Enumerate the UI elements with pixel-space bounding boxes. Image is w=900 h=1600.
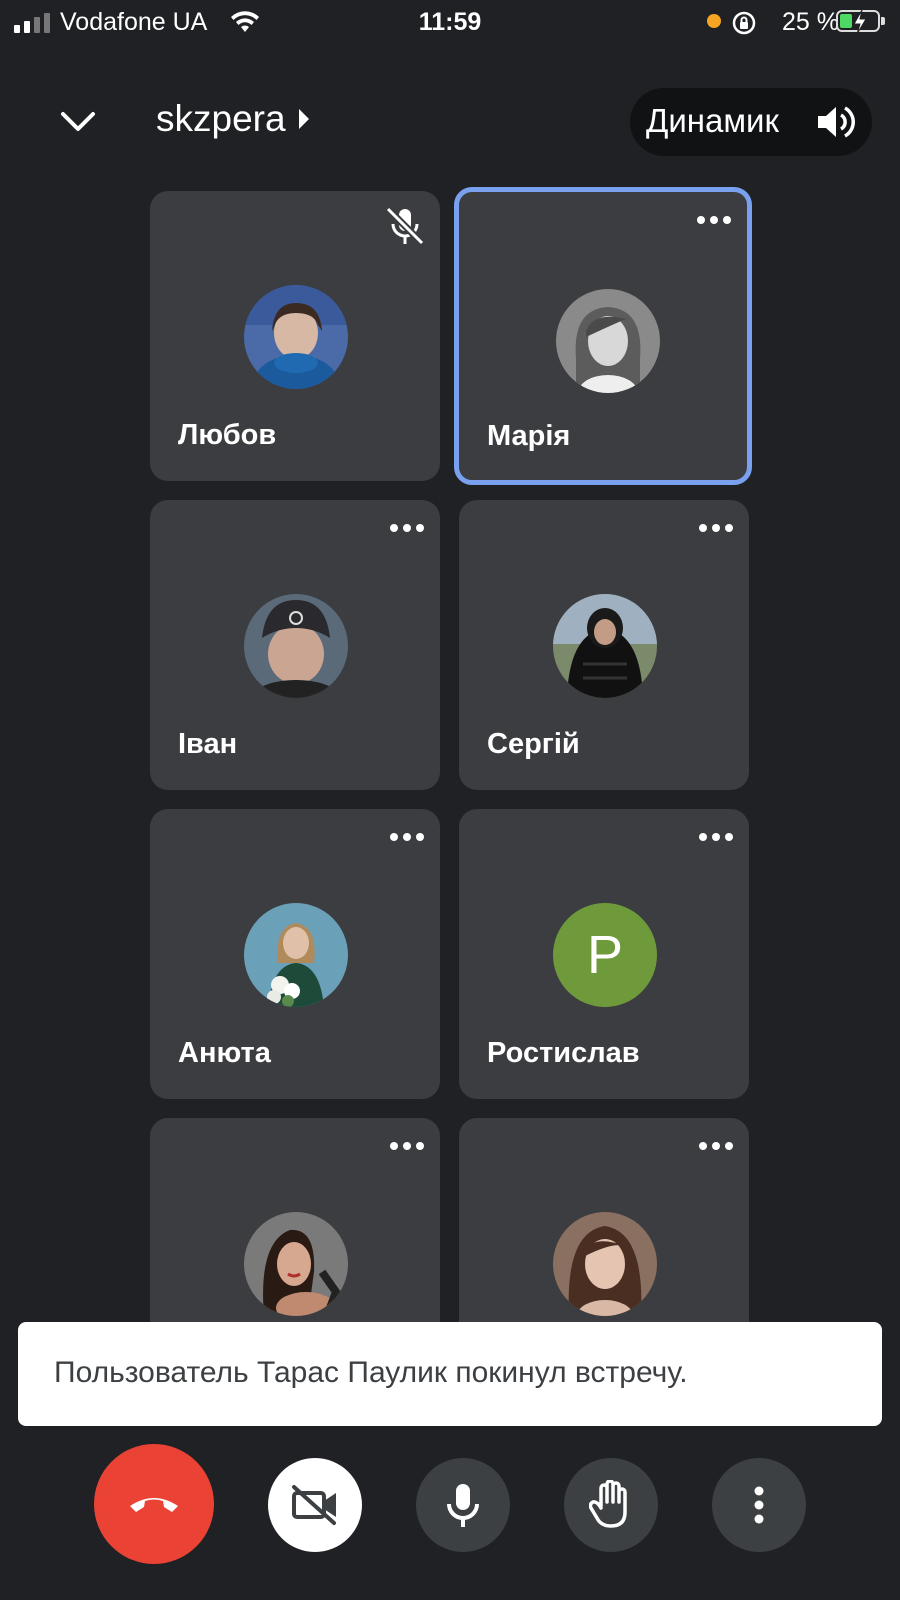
more-vertical-icon	[754, 1486, 764, 1524]
participant-name: Марія	[487, 420, 571, 452]
participant-name: Іван	[178, 728, 238, 760]
participant-tile[interactable]: Любов	[150, 191, 440, 481]
microphone-toggle-button[interactable]	[416, 1458, 510, 1552]
audio-output-label: Динамик	[646, 102, 779, 139]
battery-percent: 25 %	[782, 8, 839, 36]
participant-avatar	[244, 285, 348, 389]
chevron-down-icon	[61, 112, 95, 131]
participant-name: Любов	[178, 419, 277, 451]
participant-avatar	[244, 1212, 348, 1316]
caret-right-icon	[298, 109, 309, 129]
audio-output-button[interactable]: Динамик	[630, 88, 872, 156]
participant-avatar	[556, 289, 660, 393]
meeting-title: skzpera	[156, 98, 286, 139]
status-bar: Vodafone UA 11:59 25 %	[0, 0, 900, 48]
camera-off-icon	[292, 1485, 336, 1525]
participant-avatar	[244, 594, 348, 698]
more-options-icon[interactable]	[699, 1142, 733, 1150]
participant-tile-active[interactable]: Марія	[454, 187, 752, 485]
more-options-icon[interactable]	[699, 833, 733, 841]
toast-message: Пользователь Тарас Паулик покинул встреч…	[54, 1356, 688, 1389]
participant-name: Анюта	[178, 1037, 271, 1069]
participant-name: Ростислав	[487, 1037, 640, 1069]
clock-time: 11:59	[418, 8, 482, 36]
speaker-icon	[818, 106, 855, 138]
more-options-icon[interactable]	[390, 1142, 424, 1150]
more-options-icon[interactable]	[697, 216, 731, 224]
participant-avatar	[244, 903, 348, 1007]
participant-avatar	[553, 594, 657, 698]
participant-name: Сергій	[487, 728, 580, 760]
recording-indicator-dot	[707, 14, 721, 28]
participant-tile[interactable]: Сергій	[459, 500, 749, 790]
battery-nub	[881, 17, 885, 25]
notification-toast: Пользователь Тарас Паулик покинул встреч…	[18, 1322, 882, 1426]
more-options-icon[interactable]	[390, 524, 424, 532]
meeting-title-button[interactable]: skzpera	[156, 98, 310, 140]
participant-initial-avatar: P	[553, 903, 657, 1007]
collapse-button[interactable]	[50, 98, 106, 146]
more-options-icon[interactable]	[699, 524, 733, 532]
participant-avatar	[553, 1212, 657, 1316]
participant-tile[interactable]: P Ростислав	[459, 809, 749, 1099]
raise-hand-button[interactable]	[564, 1458, 658, 1552]
raise-hand-icon	[589, 1480, 627, 1528]
mic-icon	[447, 1484, 479, 1527]
phone-hangup-icon	[130, 1498, 178, 1512]
participant-tile[interactable]: Іван	[150, 500, 440, 790]
end-call-button[interactable]	[94, 1444, 214, 1564]
participant-tile[interactable]: Анюта	[150, 809, 440, 1099]
mic-muted-icon	[382, 203, 428, 254]
battery-icon	[836, 10, 880, 34]
more-options-button[interactable]	[712, 1458, 806, 1552]
camera-toggle-button[interactable]	[268, 1458, 362, 1552]
orientation-lock-icon	[731, 10, 757, 41]
more-options-icon[interactable]	[390, 833, 424, 841]
